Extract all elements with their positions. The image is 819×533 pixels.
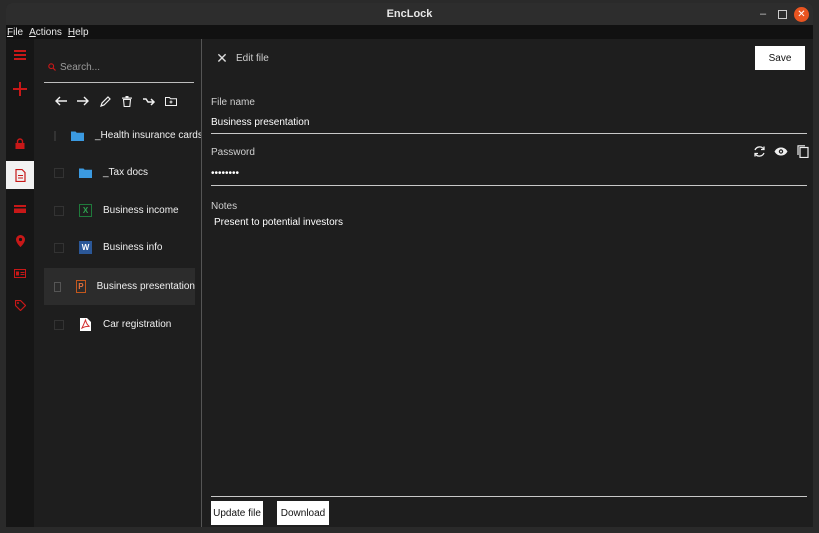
location-icon[interactable] xyxy=(6,227,34,255)
close-window-icon[interactable]: ✕ xyxy=(794,7,809,22)
file-toolbar xyxy=(54,93,194,109)
search-icon xyxy=(48,62,56,74)
password-actions xyxy=(752,143,810,159)
maximize-icon[interactable] xyxy=(774,6,790,22)
search-box[interactable] xyxy=(44,53,194,83)
search-input[interactable] xyxy=(60,62,180,73)
notes-label: Notes xyxy=(211,201,238,212)
document-icon[interactable] xyxy=(6,161,34,189)
file-name: Car registration xyxy=(103,319,172,330)
file-name: Business info xyxy=(103,242,163,253)
save-button[interactable]: Save xyxy=(755,46,805,70)
row-checkbox[interactable] xyxy=(54,281,62,292)
back-arrow-icon[interactable] xyxy=(54,94,68,108)
password-label: Password xyxy=(211,147,255,158)
file-row[interactable]: _Health insurance cards xyxy=(44,117,203,154)
file-row[interactable]: _Tax docs xyxy=(44,154,195,191)
row-checkbox[interactable] xyxy=(54,242,64,253)
menu-help[interactable]: Help xyxy=(68,27,89,38)
file-name: _Health insurance cards xyxy=(95,130,203,141)
new-folder-icon[interactable] xyxy=(164,94,178,108)
app-window: EncLock – ✕ File Actions Help Search... … xyxy=(6,3,813,527)
menu-bar: File Actions Help xyxy=(6,25,813,39)
download-button[interactable]: Download xyxy=(277,501,329,525)
word-file-icon: W xyxy=(79,241,92,254)
folder-icon xyxy=(71,129,84,142)
tag-icon[interactable] xyxy=(6,291,34,319)
add-icon[interactable] xyxy=(6,75,34,103)
file-name: Business presentation xyxy=(96,281,195,292)
row-checkbox[interactable] xyxy=(54,167,64,178)
footer-divider xyxy=(211,496,807,497)
forward-arrow-icon[interactable] xyxy=(76,94,90,108)
file-list-panel: _Health insurance cards _Tax docs X Busi… xyxy=(34,39,203,527)
password-field[interactable]: •••••••• xyxy=(211,168,239,179)
file-name: Business income xyxy=(103,205,179,216)
menu-icon[interactable] xyxy=(6,41,34,69)
powerpoint-file-icon: P xyxy=(76,280,86,293)
update-file-button[interactable]: Update file xyxy=(211,501,263,525)
id-card-icon[interactable] xyxy=(6,259,34,287)
row-checkbox[interactable] xyxy=(54,319,64,330)
copy-icon[interactable] xyxy=(796,144,810,158)
file-name-underline xyxy=(211,133,807,134)
file-name-label: File name xyxy=(211,97,255,108)
file-row[interactable]: Car registration xyxy=(44,306,195,343)
window-title: EncLock xyxy=(386,8,433,20)
row-checkbox[interactable] xyxy=(54,205,64,216)
close-icon[interactable]: ✕ xyxy=(215,51,229,65)
menu-actions[interactable]: Actions xyxy=(29,27,62,38)
trash-icon[interactable] xyxy=(120,94,134,108)
file-name-field[interactable]: Business presentation xyxy=(211,117,309,128)
menu-file[interactable]: File xyxy=(7,27,23,38)
minimize-icon[interactable]: – xyxy=(755,6,771,22)
excel-file-icon: X xyxy=(79,204,92,217)
icon-rail xyxy=(6,39,34,527)
pdf-file-icon xyxy=(79,318,92,331)
file-name: _Tax docs xyxy=(103,167,149,178)
lock-icon[interactable] xyxy=(6,129,34,157)
title-bar[interactable]: EncLock – ✕ xyxy=(6,3,813,25)
file-row[interactable]: W Business info xyxy=(44,229,195,266)
panel-title: Edit file xyxy=(236,53,269,64)
password-underline xyxy=(211,185,807,186)
pencil-icon[interactable] xyxy=(98,94,112,108)
card-icon[interactable] xyxy=(6,195,34,223)
file-row[interactable]: X Business income xyxy=(44,192,195,229)
eye-icon[interactable] xyxy=(774,144,788,158)
edit-file-panel: ✕ Edit file Save File name Business pres… xyxy=(202,39,813,527)
move-icon[interactable] xyxy=(142,94,156,108)
row-checkbox[interactable] xyxy=(54,130,56,141)
file-row-selected[interactable]: P Business presentation xyxy=(44,268,195,305)
folder-icon xyxy=(79,166,92,179)
notes-field[interactable]: Present to potential investors xyxy=(214,217,343,228)
refresh-icon[interactable] xyxy=(752,144,766,158)
